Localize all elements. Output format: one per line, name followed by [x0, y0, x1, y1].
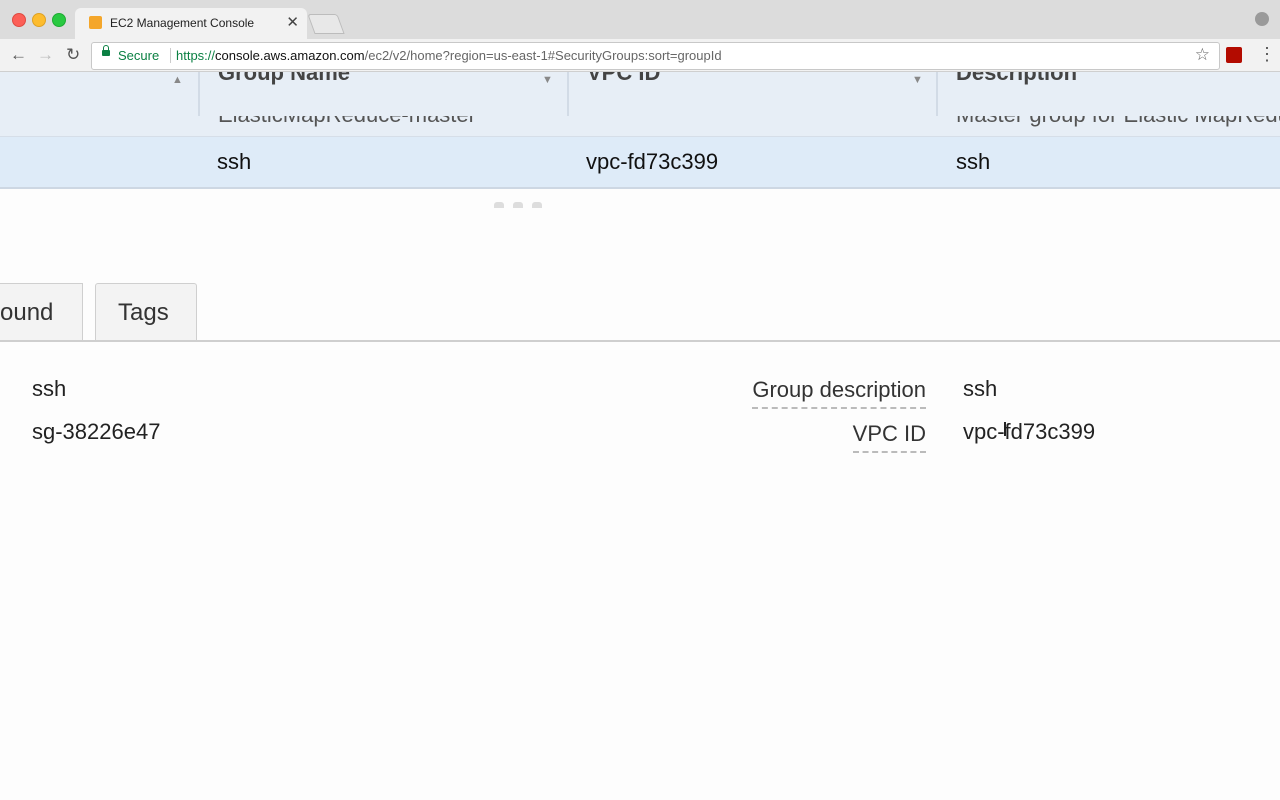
group-id-value: sg-38226e47 [32, 419, 161, 444]
url-host: console.aws.amazon.com [215, 48, 365, 63]
text-cursor [1004, 422, 1006, 436]
browser-tab-strip: EC2 Management Console ✕ [0, 0, 1280, 39]
column-separator[interactable] [936, 72, 938, 116]
table-row-selected[interactable]: ssh vpc-fd73c399 ssh [0, 137, 1280, 189]
address-bar[interactable]: Secure https://console.aws.amazon.com/ec… [91, 42, 1220, 70]
cell-group-name: ElasticMapReduce-master [218, 116, 476, 128]
browser-tab-ec2[interactable]: EC2 Management Console ✕ [75, 8, 307, 39]
column-separator[interactable] [198, 72, 200, 116]
column-header-group-name[interactable]: Group Name [218, 72, 350, 86]
tab-label: ound [0, 299, 54, 326]
pane-resize-handle[interactable] [494, 195, 551, 213]
tab-tags[interactable]: Tags [95, 283, 197, 341]
group-description-label: Group description [752, 377, 926, 409]
group-name-value: ssh [32, 376, 67, 401]
forward-arrow-icon[interactable]: → [37, 45, 54, 65]
security-groups-grid-header: ▲ Group Name ▼ VPC ID ▼ Description [0, 72, 1280, 117]
sort-indicator-icon[interactable]: ▲ [172, 74, 183, 86]
url-scheme: https:// [176, 48, 216, 63]
tabs-divider [0, 340, 1280, 342]
tab-outbound[interactable]: ound [0, 283, 83, 341]
window-minimize-button[interactable] [32, 13, 46, 27]
window-zoom-button[interactable] [52, 13, 66, 27]
back-arrow-icon[interactable]: ← [10, 45, 27, 65]
reload-icon[interactable]: ↻ [66, 45, 80, 65]
aws-favicon-icon [89, 16, 102, 29]
vpc-id-label: VPC ID [852, 421, 926, 453]
vpc-id-value: vpc-fd73c399 [963, 419, 1096, 444]
url-text[interactable]: https://console.aws.amazon.com/ec2/v2/ho… [176, 48, 722, 63]
url-divider [170, 48, 171, 63]
column-header-vpc-id[interactable]: VPC ID [587, 72, 660, 86]
lock-icon [102, 45, 110, 56]
table-row[interactable]: ElasticMapReduce-master Master group for… [0, 116, 1280, 137]
column-separator[interactable] [567, 72, 569, 116]
bookmark-star-icon[interactable]: ☆ [1195, 45, 1210, 65]
pdf-extension-icon[interactable] [1226, 47, 1242, 63]
group-description-value: ssh [963, 376, 998, 401]
column-menu-chevron-icon[interactable]: ▼ [542, 74, 553, 86]
secure-label: Secure [118, 48, 160, 63]
tab-title: EC2 Management Console [110, 16, 255, 30]
cell-vpc-id: vpc-fd73c399 [586, 149, 719, 174]
cell-description: ssh [956, 149, 991, 174]
tab-label: Tags [118, 299, 169, 326]
url-path: /ec2/v2/home?region=us-east-1#SecurityGr… [364, 48, 722, 63]
close-tab-icon[interactable]: ✕ [286, 13, 299, 31]
column-header-description[interactable]: Description [956, 72, 1077, 86]
column-menu-chevron-icon[interactable]: ▼ [912, 74, 923, 86]
cell-group-name: ssh [217, 149, 252, 174]
profile-icon[interactable] [1255, 12, 1269, 26]
window-close-button[interactable] [12, 13, 26, 27]
cell-description: Master group for Elastic MapReduce [956, 116, 1280, 128]
new-tab-button[interactable] [307, 14, 345, 34]
browser-menu-icon[interactable]: ⋮ [1258, 44, 1276, 65]
browser-toolbar: ← → ↻ Secure https://console.aws.amazon.… [0, 39, 1280, 72]
